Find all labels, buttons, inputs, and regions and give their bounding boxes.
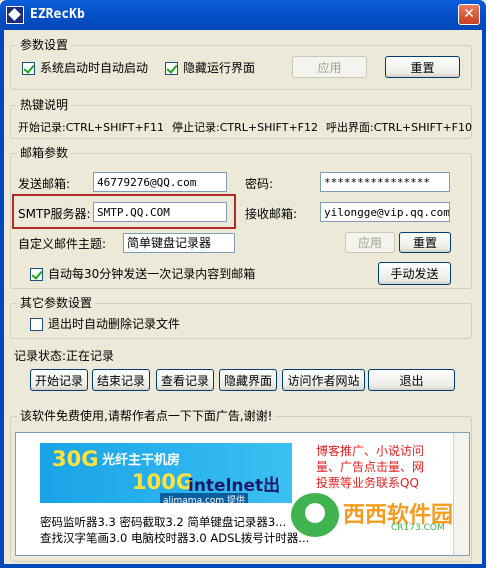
ad-legend: 该软件免费使用,请帮作者点一下下面广告,谢谢! bbox=[17, 409, 276, 423]
hide-ui-button[interactable]: 隐藏界面 bbox=[219, 369, 277, 391]
params-apply-button[interactable]: 应用 bbox=[292, 56, 367, 78]
hotkey-legend: 热键说明 bbox=[17, 98, 72, 112]
author-site-button[interactable]: 访问作者网站 bbox=[282, 369, 365, 391]
banner-alimama: alimama.com 提供 bbox=[160, 493, 249, 503]
autostart-label: 系统启动时自动启动 bbox=[40, 61, 149, 75]
ad-line-2[interactable]: 查找汉字笔画3.0 电脑校时器3.0 ADSL拨号计时器... bbox=[40, 531, 309, 545]
hotkey-start: 开始记录:CTRL+SHIFT+F11 bbox=[18, 121, 164, 134]
hide-ui-label: 隐藏运行界面 bbox=[183, 61, 256, 75]
autostart-checkbox[interactable] bbox=[22, 62, 35, 75]
watermark-sub: CR173.COM bbox=[391, 523, 445, 533]
receiver-label: 接收邮箱: bbox=[245, 207, 298, 221]
app-window: EZRecKb ✕ 参数设置 系统启动时自动启动 隐藏运行界面 应用 重置 热键… bbox=[0, 0, 486, 568]
hotkey-stop: 停止记录:CTRL+SHIFT+F12 bbox=[172, 121, 318, 134]
close-button[interactable]: ✕ bbox=[458, 4, 480, 25]
sender-input[interactable]: 46779276@QQ.com bbox=[93, 172, 227, 192]
record-status: 记录状态:正在记录 bbox=[14, 349, 115, 363]
params-legend: 参数设置 bbox=[17, 38, 72, 52]
start-record-button[interactable]: 开始记录 bbox=[30, 369, 88, 391]
password-label: 密码: bbox=[245, 177, 274, 191]
ad-scrollbar[interactable] bbox=[453, 433, 469, 555]
ad-red-text-3[interactable]: 投票等业务联系QQ bbox=[316, 475, 419, 491]
auto-delete-label: 退出时自动删除记录文件 bbox=[48, 317, 181, 331]
title-bar[interactable]: EZRecKb ✕ bbox=[0, 0, 486, 30]
auto-delete-checkbox[interactable] bbox=[30, 318, 43, 331]
banner-fiber: 光纤主干机房 bbox=[102, 453, 181, 468]
ad-red-text-1[interactable]: 博客推广、小说访问 bbox=[316, 443, 424, 459]
banner-30g: 30G bbox=[52, 447, 99, 471]
manual-send-button[interactable]: 手动发送 bbox=[378, 262, 451, 285]
close-icon: ✕ bbox=[463, 6, 475, 22]
mail-apply-button[interactable]: 应用 bbox=[345, 232, 395, 253]
params-reset-button[interactable]: 重置 bbox=[385, 56, 460, 78]
hotkey-show: 呼出界面:CTRL+SHIFT+F10 bbox=[326, 121, 472, 134]
stop-record-button[interactable]: 结束记录 bbox=[92, 369, 150, 391]
hide-ui-checkbox[interactable] bbox=[165, 62, 178, 75]
smtp-label: SMTP服务器: bbox=[18, 207, 91, 221]
other-legend: 其它参数设置 bbox=[17, 296, 96, 310]
sender-label: 发送邮箱: bbox=[18, 177, 71, 191]
view-record-button[interactable]: 查看记录 bbox=[156, 369, 214, 391]
window-title: EZRecKb bbox=[30, 7, 85, 22]
window-border-right bbox=[482, 30, 486, 568]
ad-area[interactable]: 30G 光纤主干机房 100G intelnet出口 alimama.com 提… bbox=[15, 432, 470, 556]
receiver-input[interactable]: yilongge@vip.qq.com bbox=[320, 202, 450, 222]
auto-send-checkbox[interactable] bbox=[30, 268, 43, 281]
ad-red-text-2[interactable]: 量、广告点击量、网 bbox=[316, 459, 424, 475]
window-border-left bbox=[0, 30, 4, 568]
auto-send-label: 自动每30分钟发送一次记录内容到邮箱 bbox=[48, 267, 256, 281]
exit-button[interactable]: 退出 bbox=[368, 369, 455, 391]
subject-label: 自定义邮件主题: bbox=[18, 237, 107, 251]
mail-reset-button[interactable]: 重置 bbox=[399, 232, 451, 253]
subject-input[interactable]: 简单键盘记录器 bbox=[123, 233, 235, 253]
password-input[interactable]: **************** bbox=[320, 172, 450, 192]
ad-banner[interactable]: 30G 光纤主干机房 100G intelnet出口 alimama.com 提… bbox=[40, 443, 292, 503]
watermark: 西西软件园 CR173.COM bbox=[291, 493, 461, 545]
app-icon bbox=[6, 6, 24, 24]
smtp-input[interactable]: SMTP.QQ.COM bbox=[93, 202, 227, 222]
banner-100g: 100G bbox=[132, 470, 194, 494]
watermark-logo-icon bbox=[291, 493, 339, 537]
window-border-bottom bbox=[0, 564, 486, 568]
ad-line-1[interactable]: 密码监听器3.3 密码截取3.2 简单键盘记录器3... bbox=[40, 515, 286, 529]
mail-legend: 邮箱参数 bbox=[17, 146, 72, 160]
